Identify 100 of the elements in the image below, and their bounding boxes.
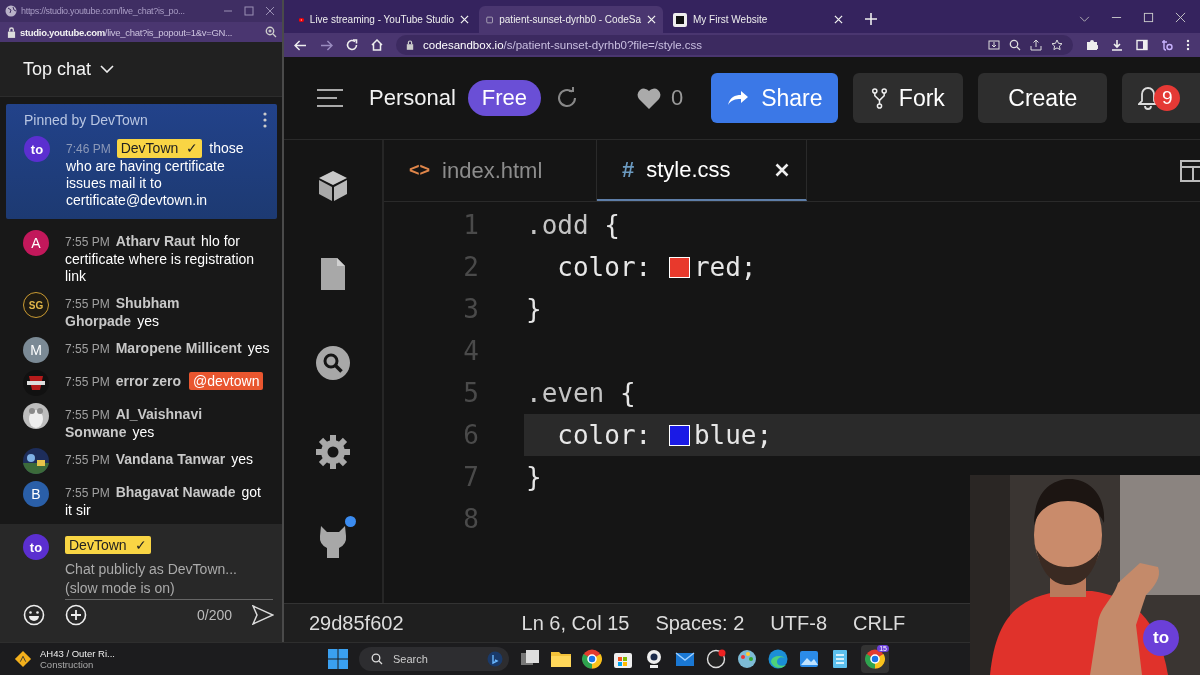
chat-input-panel[interactable]: to DevTown ✓ Chat publicly as DevTown... (slow mode is on) 0/200	[0, 524, 282, 642]
fork-icon	[871, 87, 887, 109]
code-token: {	[618, 378, 636, 408]
status-item: CRLF	[853, 611, 906, 635]
lock-icon	[7, 26, 16, 38]
user-avatar: B	[23, 481, 49, 507]
code-token: .odd	[526, 210, 589, 240]
browser-icon[interactable]	[865, 649, 885, 669]
maximize-icon[interactable]	[1143, 12, 1154, 23]
code-token: blue	[693, 420, 757, 450]
weather-title: AH43 / Outer Ri...	[40, 648, 115, 659]
palette-icon[interactable]	[737, 649, 757, 669]
status-item: Spaces: 2	[655, 611, 745, 635]
notification-dot	[345, 516, 356, 527]
code-token: :	[635, 252, 653, 282]
action-button[interactable]: Fork	[853, 73, 964, 123]
add-icon[interactable]	[65, 604, 87, 626]
address-field[interactable]: codesandbox.io/s/patient-sunset-dyrhb0?file=/style.css	[396, 35, 1073, 55]
user-avatar: M	[23, 337, 49, 363]
home-icon[interactable]	[371, 39, 383, 51]
status-item: Ln 6, Col 15	[521, 611, 630, 635]
chat-message: 7:55 PM Shubham Ghorpade yes	[65, 294, 181, 330]
lock-icon	[406, 40, 414, 50]
browser-tab[interactable]: Live streaming - YouTube Studio	[292, 6, 476, 33]
chat-message: 7:55 PM Maropene Millicent yes	[65, 339, 270, 358]
file-icon[interactable]	[320, 257, 346, 291]
chat-message: 7:46 PM DevTown ✓ those who are having certificate issues mail it to certificate@devtown.in	[66, 138, 245, 209]
code-token: red	[693, 252, 741, 282]
file-tab[interactable]: <> index.html	[384, 140, 597, 201]
share-icon[interactable]	[1030, 39, 1042, 51]
back-icon[interactable]	[294, 39, 307, 51]
chat-message: 7:55 PM error zero @devtown	[65, 370, 264, 391]
forward-icon[interactable]	[320, 39, 333, 51]
code-token: color	[556, 252, 636, 282]
search-field[interactable]: Search	[359, 647, 509, 671]
photos-icon[interactable]	[799, 649, 819, 669]
commit-hash: 29d85f602	[309, 611, 404, 635]
globe-icon	[5, 5, 17, 17]
download-icon[interactable]	[1111, 39, 1123, 51]
status-item: UTF-8	[770, 611, 828, 635]
owner-badge: DevTown ✓	[65, 536, 151, 554]
weather-subtitle: Construction	[40, 659, 95, 670]
search-icon	[371, 653, 383, 665]
close-icon[interactable]	[1175, 12, 1186, 23]
emoji-icon[interactable]	[23, 604, 45, 626]
search-input[interactable]: Search	[391, 652, 479, 666]
action-button[interactable]: Create	[978, 73, 1108, 123]
browser-tab[interactable]: My First Website	[666, 6, 850, 33]
logo-avatar: SG	[23, 292, 49, 318]
character-counter: 0/200	[196, 607, 232, 623]
action-button[interactable]: Share	[711, 73, 839, 123]
pinned-label: Pinned by DevTown	[24, 112, 148, 128]
browser-tab[interactable]: patient-sunset-dyrhb0 - CodeSa	[479, 6, 663, 33]
like-count: 0	[671, 85, 684, 111]
user-avatar: A	[23, 230, 49, 256]
chat-message: 7:55 PM Bhagavat Nawade got it sir	[65, 483, 262, 519]
chat-message: 7:55 PM Vandana Tanwar yes	[65, 450, 253, 469]
star-icon[interactable]	[1051, 39, 1063, 51]
new-tab-icon[interactable]	[865, 13, 877, 25]
zoom-icon[interactable]	[265, 26, 277, 38]
logo-avatar: to	[24, 136, 50, 162]
record-icon[interactable]	[706, 649, 726, 669]
warning-sign-icon	[14, 650, 32, 668]
split-view-icon[interactable]	[1180, 159, 1200, 182]
chat-mode-title[interactable]: Top chat	[23, 58, 92, 80]
code-token: :	[635, 420, 653, 450]
address-text: codesandbox.io/s/patient-sunset-dyrhb0?file=/style.css	[423, 39, 703, 51]
zoom-icon[interactable]	[1009, 39, 1021, 51]
folder-icon[interactable]	[551, 649, 571, 669]
code-token: ;	[756, 420, 773, 450]
more-options-icon[interactable]	[263, 112, 267, 128]
code-token: }	[526, 294, 542, 324]
cube-icon[interactable]	[318, 170, 348, 202]
globe-icon[interactable]	[768, 649, 788, 669]
workspace-name[interactable]: Personal	[369, 85, 456, 111]
webcam-icon[interactable]	[644, 649, 664, 669]
notification-count: 9	[1154, 85, 1181, 111]
chat-message: 7:55 PM Atharv Raut hlo for certificate where is registration link	[65, 232, 256, 285]
code-token: {	[603, 210, 620, 240]
arrow-icon	[727, 90, 750, 106]
more-options-icon[interactable]	[1186, 39, 1190, 51]
code-token: ;	[740, 252, 757, 282]
notifications-button[interactable]: 9	[1122, 73, 1200, 123]
browser-icon[interactable]	[582, 649, 602, 669]
mail-icon[interactable]	[675, 649, 695, 669]
reload-icon[interactable]	[346, 39, 358, 51]
extension-icon[interactable]	[1161, 39, 1173, 51]
code-token: .even	[526, 378, 605, 408]
square-icon	[673, 12, 687, 27]
code-token: color	[556, 420, 636, 450]
search-icon[interactable]	[316, 346, 350, 380]
heart-icon[interactable]	[637, 87, 662, 109]
install-icon[interactable]	[988, 39, 1000, 51]
file-tab[interactable]: # style.css	[597, 140, 807, 201]
chat-input-field[interactable]: Chat publicly as DevTown... (slow mode is on)	[65, 560, 273, 600]
puzzle-icon[interactable]	[1086, 39, 1098, 51]
sidebar-icon[interactable]	[1136, 39, 1148, 51]
send-icon[interactable]	[252, 605, 274, 625]
menu-icon[interactable]	[317, 89, 343, 107]
notepad-icon[interactable]	[830, 649, 850, 669]
